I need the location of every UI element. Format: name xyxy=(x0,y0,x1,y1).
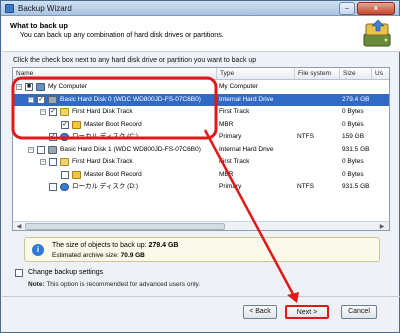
instruction-text: Click the check box next to any hard dis… xyxy=(13,57,257,64)
tree-expander-icon[interactable]: − xyxy=(40,159,46,165)
change-settings-checkbox[interactable] xyxy=(15,269,23,277)
tree-row-checkbox[interactable]: ✓ xyxy=(61,120,69,129)
info-icon: i xyxy=(32,244,44,256)
tree-row-checkbox[interactable]: ✓ xyxy=(49,133,57,141)
tree-cell-name: ローカル ディスク (D:) xyxy=(72,183,138,190)
tree-row-checkbox[interactable] xyxy=(61,170,69,179)
tree-cell-fs: NTFS xyxy=(297,133,314,140)
backup-drive-icon xyxy=(363,19,391,47)
header-title: What to back up xyxy=(10,21,68,30)
tree-cell-name: Basic Hard Disk 0 (WDC WD800JD-FS-07C6B0… xyxy=(60,95,201,103)
tree-cell-size: 0 Bytes xyxy=(342,170,364,178)
volume-icon xyxy=(60,133,69,141)
close-button[interactable]: x xyxy=(357,2,395,15)
column-header-used[interactable]: Us xyxy=(372,68,389,80)
archive-size-label: Estimated archive size: xyxy=(52,252,119,259)
tree-expander-icon[interactable]: − xyxy=(28,96,34,103)
next-button[interactable]: Next > xyxy=(285,305,329,319)
column-header-file-system[interactable]: File system xyxy=(295,68,340,80)
archive-size-text: Estimated archive size: 70.9 GB xyxy=(52,252,145,259)
cancel-button[interactable]: Cancel xyxy=(341,305,377,319)
tree-expander-icon[interactable]: − xyxy=(16,84,22,90)
tree-expander-icon[interactable]: − xyxy=(28,146,34,153)
archive-size-value: 70.9 GB xyxy=(120,252,145,259)
tree-cell-type: First Track xyxy=(219,108,250,115)
tree-cell-size: 0 Bytes xyxy=(342,120,364,128)
tree-cell-name: Master Boot Record xyxy=(84,170,142,178)
tree-row[interactable]: − Basic Hard Disk 1 (WDC WD800JD-FS-07C6B… xyxy=(13,144,389,156)
advanced-note: Note: This option is recommended for adv… xyxy=(28,281,200,288)
tree-cell-type: Primary xyxy=(219,183,242,190)
disk-tree-list[interactable]: Name Type File system Size Us − ■ My Compu… xyxy=(12,67,390,231)
hard-disk-icon xyxy=(48,95,57,104)
tree-cell-name: Master Boot Record xyxy=(84,120,142,128)
scroll-left-arrow-icon[interactable]: ◀ xyxy=(14,223,24,230)
back-button[interactable]: < Back xyxy=(243,305,277,319)
tree-cell-type: MBR xyxy=(219,170,234,178)
tree-row[interactable]: ✓ Master Boot Record MBR 0 Bytes xyxy=(13,119,389,131)
note-label: Note: xyxy=(28,281,45,288)
objects-size-value: 279.4 GB xyxy=(148,242,179,249)
tree-row[interactable]: − First Hard Disk Track First Track 0 Bytes xyxy=(13,156,389,168)
tree-cell-type: First Track xyxy=(219,158,250,165)
backup-size-info: i The size of objects to back up: 279.4 … xyxy=(24,237,380,262)
tree-cell-type: Internal Hard Drive xyxy=(219,95,274,103)
tree-row-checkbox[interactable] xyxy=(49,158,57,166)
horizontal-scrollbar[interactable]: ◀ ▶ xyxy=(13,221,389,230)
tree-cell-name: First Hard Disk Track xyxy=(72,108,133,115)
tree-cell-size: 0 Bytes xyxy=(342,158,364,165)
tree-row[interactable]: ローカル ディスク (D:) Primary NTFS 931.5 GB xyxy=(13,181,389,193)
tree-cell-size: 159 GB xyxy=(342,133,365,140)
app-icon xyxy=(5,4,14,13)
tree-row-checkbox[interactable]: ■ xyxy=(25,83,33,91)
mbr-icon xyxy=(72,170,81,179)
mbr-icon xyxy=(72,120,81,129)
track-icon xyxy=(60,158,69,166)
tree-row[interactable]: − ✓ First Hard Disk Track First Track 0 Byte… xyxy=(13,106,389,118)
tree-cell-fs: NTFS xyxy=(297,183,314,190)
tree-cell-name: First Hard Disk Track xyxy=(72,158,133,165)
objects-size-label: The size of objects to back up: xyxy=(52,242,147,249)
backup-wizard-window: Backup Wizard – x What to back up You ca… xyxy=(0,0,400,333)
footer-divider xyxy=(2,296,400,297)
computer-icon xyxy=(36,83,45,91)
title-bar[interactable]: Backup Wizard – x xyxy=(1,1,399,16)
change-settings-label[interactable]: Change backup settings xyxy=(28,269,103,276)
scroll-right-arrow-icon[interactable]: ▶ xyxy=(377,223,387,230)
tree-cell-name: Basic Hard Disk 1 (WDC WD800JD-FS-07C6B0… xyxy=(60,145,201,153)
tree-row-checkbox[interactable] xyxy=(37,145,45,154)
scrollbar-thumb[interactable] xyxy=(25,223,225,230)
note-text: This option is recommended for advanced … xyxy=(46,281,201,288)
tree-row[interactable]: ✓ ローカル ディスク (C:) Primary NTFS 159 GB xyxy=(13,131,389,143)
tree-cell-size: 0 Bytes xyxy=(342,108,364,115)
tree-cell-size: 279.4 GB xyxy=(342,95,370,103)
header-subtitle: You can back up any combination of hard … xyxy=(20,32,224,39)
tree-row[interactable]: Master Boot Record MBR 0 Bytes xyxy=(13,169,389,181)
tree-cell-size: 931.5 GB xyxy=(342,183,370,190)
tree-row[interactable]: − ■ My Computer My Computer xyxy=(13,81,389,93)
tree-cell-name: ローカル ディスク (C:) xyxy=(72,133,138,140)
tree-cell-type: Internal Hard Drive xyxy=(219,145,274,153)
tree-cell-type: MBR xyxy=(219,120,234,128)
tree-row[interactable]: − ✓ Basic Hard Disk 0 (WDC WD800JD-FS-07C6… xyxy=(13,93,389,106)
tree-cell-size: 931.5 GB xyxy=(342,145,370,153)
wizard-header: What to back up You can back up any comb… xyxy=(2,16,400,52)
objects-size-text: The size of objects to back up: 279.4 GB xyxy=(52,242,178,249)
track-icon xyxy=(60,108,69,116)
tree-row-checkbox[interactable] xyxy=(49,183,57,191)
column-header-name[interactable]: Name xyxy=(13,68,217,80)
tree-expander-icon[interactable]: − xyxy=(40,109,46,115)
column-header-type[interactable]: Type xyxy=(217,68,295,80)
column-header-size[interactable]: Size xyxy=(340,68,372,80)
tree-cell-name: My Computer xyxy=(48,83,88,90)
tree-row-checkbox[interactable]: ✓ xyxy=(49,108,57,116)
tree-row-checkbox[interactable]: ✓ xyxy=(37,95,45,104)
hard-disk-icon xyxy=(48,145,57,154)
volume-icon xyxy=(60,183,69,191)
minimize-button[interactable]: – xyxy=(339,2,355,15)
window-title: Backup Wizard xyxy=(18,4,72,13)
tree-cell-type: My Computer xyxy=(219,83,259,90)
tree-cell-type: Primary xyxy=(219,133,242,140)
